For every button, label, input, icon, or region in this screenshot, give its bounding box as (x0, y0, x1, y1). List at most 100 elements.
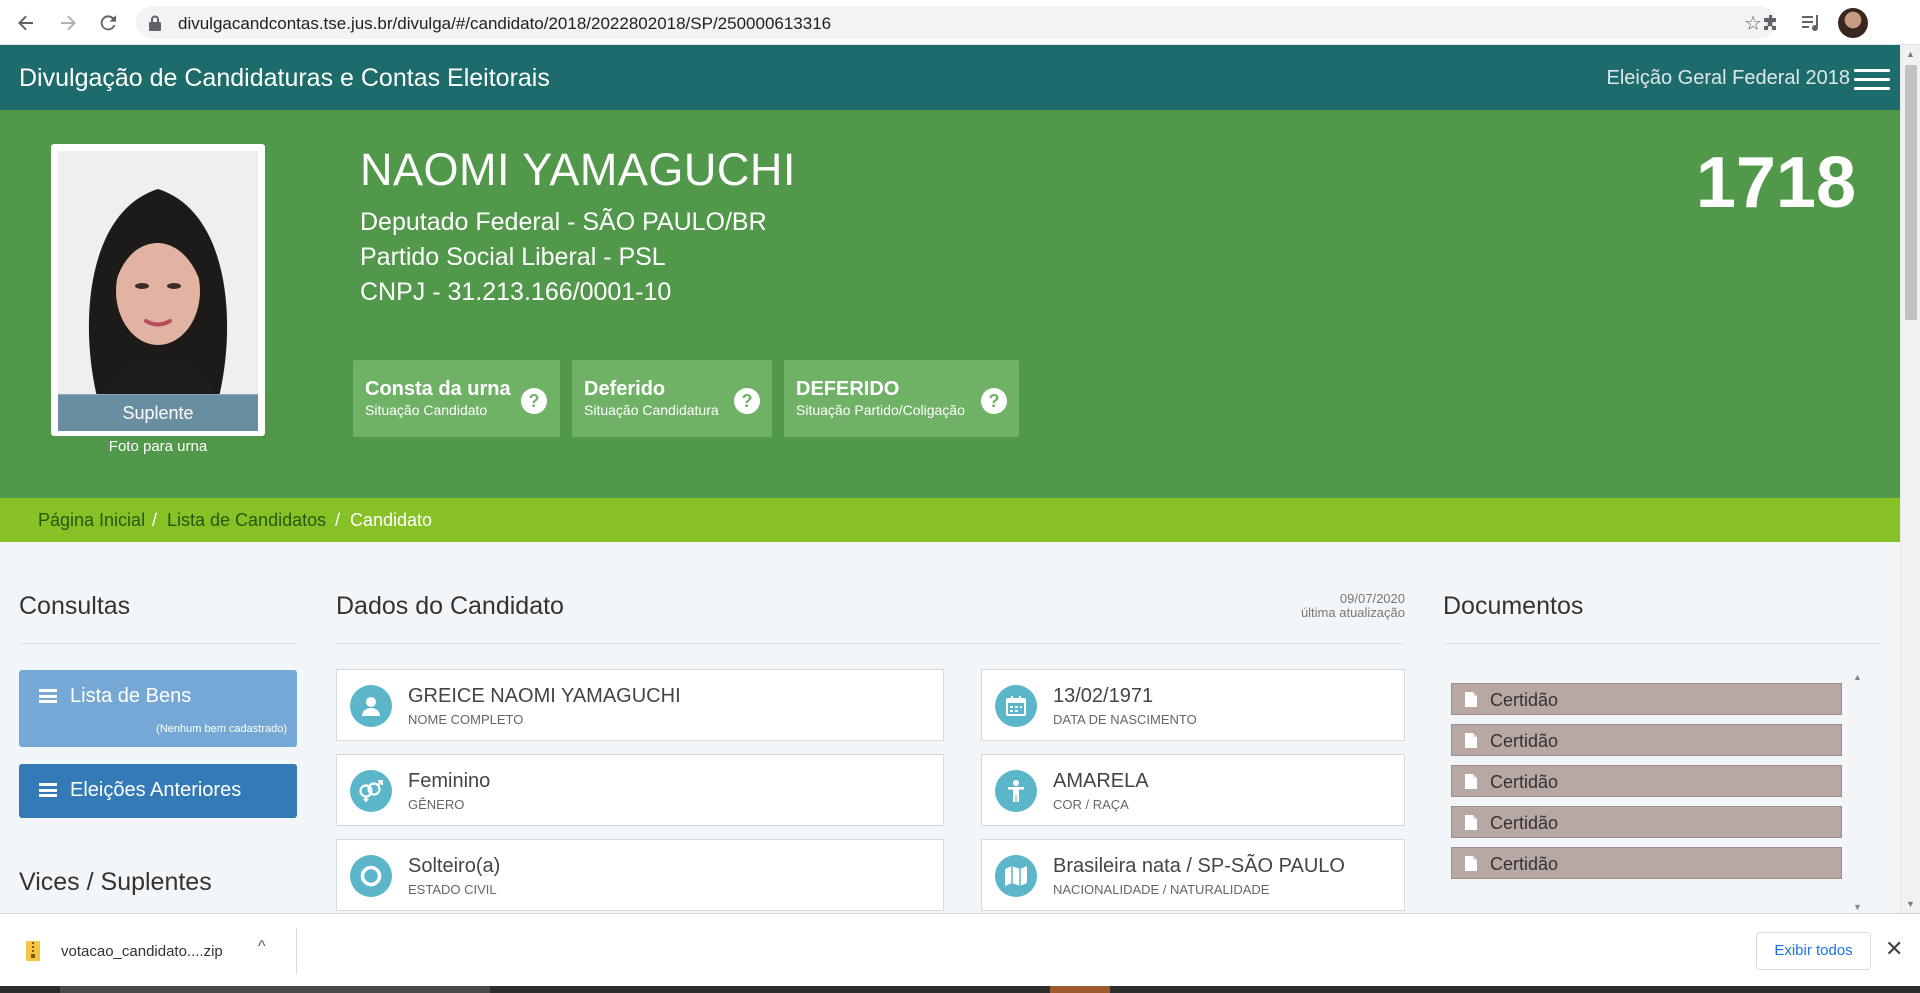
show-all-downloads-button[interactable]: Exibir todos (1756, 932, 1871, 970)
scroll-up-icon[interactable]: ▲ (1853, 672, 1862, 682)
document-label: Certidão (1490, 772, 1559, 792)
file-icon (1465, 733, 1477, 748)
back-arrow-icon[interactable] (13, 10, 39, 36)
ring-icon (350, 855, 392, 897)
document-label: Certidão (1490, 813, 1559, 833)
update-date: 09/07/2020 (1339, 591, 1405, 606)
field-caption: COR / RAÇA (1053, 797, 1129, 812)
page-scrollbar[interactable]: ▲ ▼ (1900, 45, 1920, 913)
gender-icon (350, 770, 392, 812)
photo-caption: Foto para urna (108, 438, 208, 455)
scroll-thumb[interactable] (1905, 65, 1917, 320)
candidate-number: 1718 (1695, 143, 1856, 223)
consultas-heading: Consultas (19, 592, 131, 620)
documentos-heading: Documentos (1443, 592, 1584, 620)
status-subtitle: Situação Candidatura (584, 402, 719, 418)
document-item[interactable]: Certidão (1451, 847, 1842, 879)
calendar-icon (995, 685, 1037, 727)
eleicoes-anteriores-label: Eleições Anteriores (70, 779, 242, 801)
documents-list: Certidão Certidão Certidão Certidão Cert… (1443, 672, 1862, 912)
close-icon[interactable]: ✕ (1885, 936, 1903, 962)
field-nacionalidade: Brasileira nata / SP-SÃO PAULO NACIONALI… (981, 839, 1405, 911)
breadcrumb-home[interactable]: Página Inicial (38, 510, 145, 531)
field-nome-completo: GREICE NAOMI YAMAGUCHI NOME COMPLETO (336, 669, 944, 741)
scroll-up-icon[interactable]: ▲ (1906, 49, 1915, 59)
eleicoes-anteriores-button[interactable]: Eleições Anteriores (19, 764, 297, 818)
field-caption: NACIONALIDADE / NATURALIDADE (1053, 882, 1270, 897)
person-icon (995, 770, 1037, 812)
field-caption: GÊNERO (408, 797, 465, 812)
site-title[interactable]: Divulgação de Candidaturas e Contas Elei… (19, 64, 550, 93)
status-title: Deferido (584, 378, 666, 400)
field-data-nascimento: 13/02/1971 DATA DE NASCIMENTO (981, 669, 1405, 741)
field-value: Brasileira nata / SP-SÃO PAULO (1053, 855, 1345, 877)
zip-file-icon (26, 941, 40, 961)
file-icon (1465, 774, 1477, 789)
update-info: 09/07/2020 última atualização (1301, 592, 1405, 620)
candidate-cnpj: CNPJ - 31.213.166/0001-10 (360, 278, 672, 306)
documents-scrollbar[interactable]: ▲ ▼ (1853, 672, 1862, 912)
file-icon (1465, 856, 1477, 871)
update-label: última atualização (1300, 605, 1405, 620)
download-bar: votacao_candidato....zip ^ Exibir todos … (0, 913, 1920, 986)
document-label: Certidão (1490, 731, 1559, 751)
field-value: Feminino (408, 770, 491, 792)
status-subtitle: Situação Partido/Coligação (796, 402, 965, 418)
list-icon (39, 783, 57, 797)
candidate-photo-card: Suplente (51, 144, 265, 436)
profile-avatar[interactable] (1838, 8, 1868, 38)
divider (336, 643, 1405, 644)
document-item[interactable]: Certidão (1451, 724, 1842, 756)
dados-heading: Dados do Candidato (336, 592, 564, 620)
reload-icon[interactable] (95, 10, 121, 36)
field-caption: NOME COMPLETO (408, 712, 524, 727)
suplente-badge: Suplente (58, 394, 258, 431)
map-icon (995, 855, 1037, 897)
election-label[interactable]: Eleição Geral Federal 2018 (1607, 67, 1850, 90)
chevron-up-icon[interactable]: ^ (258, 938, 266, 956)
forward-arrow-icon[interactable] (55, 10, 81, 36)
status-partido: DEFERIDO Situação Partido/Coligação ? (784, 360, 1019, 437)
menu-hamburger-icon[interactable] (1854, 69, 1890, 90)
help-question-icon[interactable]: ? (734, 388, 760, 414)
field-value: AMARELA (1053, 770, 1149, 792)
status-title: Consta da urna (365, 378, 511, 400)
divider (296, 928, 297, 974)
breadcrumb-separator: / (152, 510, 158, 530)
breadcrumb-current: Candidato (350, 510, 433, 530)
breadcrumb-separator: / (335, 510, 341, 530)
help-question-icon[interactable]: ? (521, 388, 547, 414)
status-candidatura: Deferido Situação Candidatura ? (572, 360, 772, 437)
document-item[interactable]: Certidão (1451, 683, 1842, 715)
os-taskbar (0, 986, 1920, 993)
media-queue-icon[interactable] (1799, 11, 1823, 35)
document-label: Certidão (1490, 854, 1559, 874)
field-value: Solteiro(a) (408, 855, 501, 877)
download-filename[interactable]: votacao_candidato....zip (61, 943, 223, 960)
document-item[interactable]: Certidão (1451, 806, 1842, 838)
user-icon (350, 685, 392, 727)
candidate-photo (58, 151, 258, 426)
list-icon (39, 689, 57, 703)
field-value: 13/02/1971 (1053, 685, 1154, 707)
help-question-icon[interactable]: ? (981, 388, 1007, 414)
candidate-name: NAOMI YAMAGUCHI (360, 144, 796, 195)
status-title: DEFERIDO (796, 378, 900, 400)
file-icon (1465, 815, 1477, 830)
candidate-office: Deputado Federal - SÃO PAULO/BR (360, 208, 767, 236)
divider (1443, 643, 1881, 644)
address-bar[interactable]: divulgacandcontas.tse.jus.br/divulga/#/c… (136, 6, 1776, 39)
status-subtitle: Situação Candidato (365, 402, 488, 418)
scroll-down-icon[interactable]: ▼ (1906, 899, 1915, 909)
document-item[interactable]: Certidão (1451, 765, 1842, 797)
breadcrumb-candidate-list[interactable]: Lista de Candidatos (167, 510, 326, 531)
candidate-banner: Suplente Foto para urna NAOMI YAMAGUCHI … (0, 110, 1900, 498)
scroll-down-icon[interactable]: ▼ (1853, 902, 1862, 912)
divider (19, 643, 297, 644)
lista-de-bens-note: (Nenhum bem cadastrado) (156, 723, 287, 735)
lista-de-bens-button[interactable]: Lista de Bens (Nenhum bem cadastrado) (19, 670, 297, 747)
vices-suplentes-heading: Vices / Suplentes (19, 868, 212, 896)
extensions-puzzle-icon[interactable] (1759, 11, 1783, 35)
field-cor-raca: AMARELA COR / RAÇA (981, 754, 1405, 826)
field-caption: ESTADO CIVIL (408, 882, 497, 897)
